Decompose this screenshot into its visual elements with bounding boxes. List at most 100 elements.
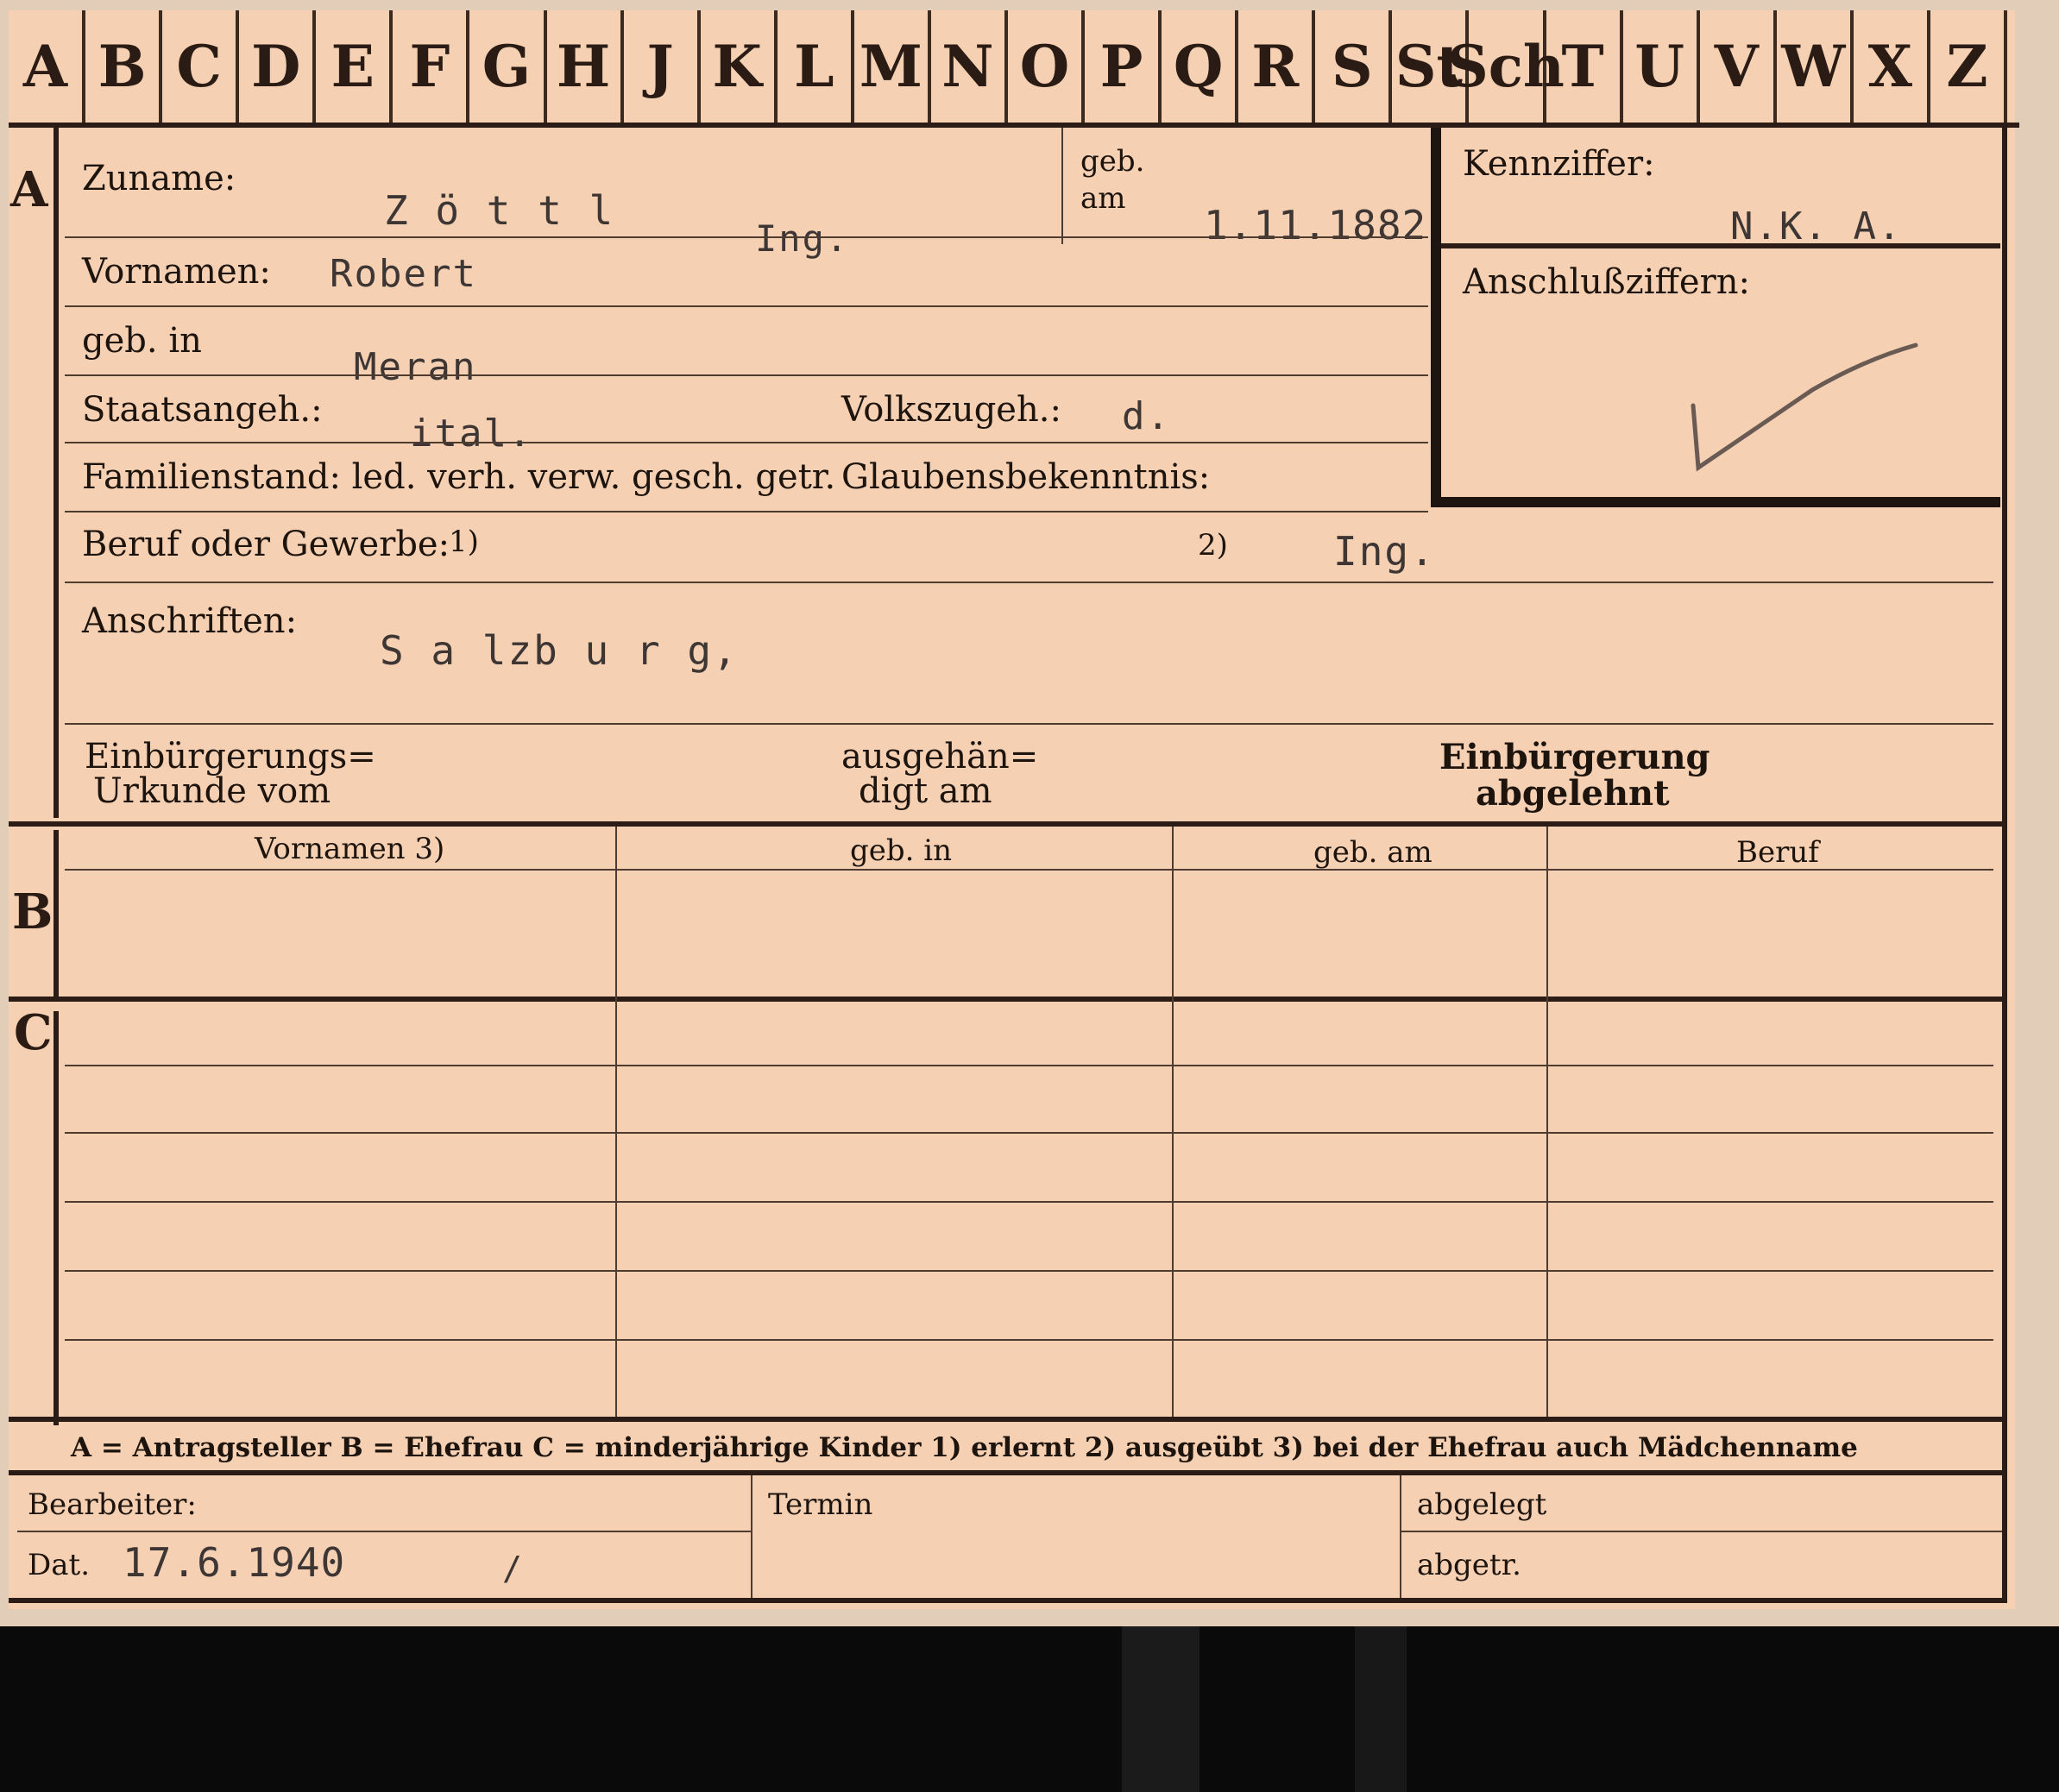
col-header-geb-am: geb. am — [1313, 835, 1432, 870]
dat-value: 17.6.1940 — [123, 1539, 346, 1586]
alphabet-tab-h: H — [547, 10, 624, 123]
familienstand-label: Familienstand: led. verh. verw. gesch. g… — [82, 457, 836, 497]
left-margin-line-c — [54, 1011, 59, 1425]
col-header-beruf: Beruf — [1736, 835, 1819, 870]
alphabet-tab-m: M — [854, 10, 931, 123]
alphabet-tab-t: T — [1546, 10, 1623, 123]
staatsangeh-value: ital. — [410, 412, 533, 456]
alphabet-tab-f: F — [393, 10, 470, 123]
alphabet-tab-q: Q — [1162, 10, 1239, 123]
glaubensbekenntnis-label: Glaubensbekenntnis: — [841, 457, 1211, 497]
right-border — [2002, 128, 2007, 1603]
alphabet-tab-c: C — [162, 10, 240, 123]
geb-in-value: Meran — [354, 345, 477, 389]
c-row-rule-2 — [65, 1132, 1993, 1134]
volkszugeh-value: d. — [1122, 394, 1171, 438]
legend-text: A = Antragsteller B = Ehefrau C = minder… — [71, 1432, 1858, 1463]
scan-stripe — [1355, 1626, 1407, 1792]
anschriften-label: Anschriften: — [82, 601, 298, 641]
dat-label: Dat. — [28, 1548, 91, 1582]
alphabet-tab-z: Z — [1930, 10, 2007, 123]
beruf-value: Ing. — [1333, 528, 1436, 575]
abgelegt-label: abgelegt — [1417, 1487, 1547, 1522]
alphabet-tab-e: E — [316, 10, 394, 123]
col-divider-3 — [1546, 827, 1548, 1422]
alphabet-tab-s: S — [1315, 10, 1393, 123]
rule-staatsangeh — [65, 442, 1428, 443]
alphabet-tab-u: U — [1623, 10, 1700, 123]
alphabet-tab-a: A — [9, 10, 86, 123]
alphabet-tab-p: P — [1085, 10, 1162, 123]
col-header-vornamen: Vornamen 3) — [255, 832, 445, 866]
ausgehaen-label-2: digt am — [859, 771, 992, 811]
legend-bottom-rule — [9, 1470, 2002, 1475]
einbuergerung-abgelehnt-label-2: abgelehnt — [1476, 773, 1670, 814]
alphabet-tab-k: K — [701, 10, 778, 123]
c-row-rule-3 — [65, 1201, 1993, 1203]
anschlussziffern-label: Anschlußziffern: — [1463, 262, 1750, 302]
beruf-note-2: 2) — [1198, 528, 1228, 563]
dat-mark: / — [502, 1550, 524, 1588]
left-margin-line-b — [54, 830, 59, 998]
section-c-top-rule — [9, 997, 2002, 1002]
kennziffer-label: Kennziffer: — [1463, 144, 1655, 184]
beruf-note-1: 1) — [449, 525, 479, 559]
alphabet-tab-l: L — [778, 10, 854, 123]
termin-label: Termin — [768, 1487, 873, 1522]
col-divider-1 — [615, 827, 617, 1422]
geb-am-divider — [1061, 128, 1063, 244]
legend-top-rule — [9, 1417, 2002, 1422]
zuname-value: Z ö t t l — [384, 187, 615, 234]
alphabet-tab-o: O — [1008, 10, 1086, 123]
c-row-rule-5 — [65, 1339, 1993, 1341]
section-letter-b: B — [12, 883, 54, 940]
footer-divider-1 — [751, 1475, 752, 1600]
volkszugeh-label: Volkszugeh.: — [841, 390, 1061, 430]
alphabet-tab-r: R — [1238, 10, 1316, 123]
rule-anschriften — [65, 723, 1993, 725]
alphabet-index-row: A B C D E F G H J K L M N O P Q R S St Sch T U V W X Z — [9, 10, 2019, 128]
beruf-label: Beruf oder Gewerbe: — [82, 525, 450, 564]
card-bottom-rule — [9, 1598, 2007, 1603]
rule-zuname — [65, 236, 1428, 238]
rule-geb-in — [65, 374, 1428, 376]
anschrift-value: S a lzb u r g, — [380, 627, 739, 674]
am-label: am — [1080, 181, 1126, 216]
staatsangeh-label: Staatsangeh.: — [82, 390, 323, 430]
geb-in-label: geb. in — [82, 321, 202, 361]
col-header-geb-in: geb. in — [850, 833, 953, 868]
checkmark-icon — [1691, 343, 1918, 472]
registration-card: A B C D E F G H J K L M N O P Q R S St Sch T U V W X Z A B C Zuna… — [9, 10, 2019, 1609]
einbuergerung-abgelehnt-label-1: Einbürgerung — [1439, 737, 1710, 777]
section-letter-a: A — [10, 161, 48, 218]
zuname-label: Zuname: — [82, 159, 236, 198]
section-b-top-rule — [9, 821, 2002, 827]
scan-stripe — [1122, 1626, 1200, 1792]
rule-beruf — [65, 582, 1993, 583]
alphabet-tab-d: D — [239, 10, 317, 123]
alphabet-tab-g: G — [469, 10, 547, 123]
c-row-rule-1 — [65, 1065, 1993, 1066]
section-letter-c: C — [14, 1004, 53, 1061]
kennziffer-value: N.K. A. — [1730, 204, 1903, 248]
geb-label: geb. — [1080, 144, 1145, 179]
alphabet-tab-n: N — [931, 10, 1008, 123]
kennziffer-rule — [1441, 243, 2000, 248]
alphabet-tab-j: J — [624, 10, 701, 123]
rule-table-header — [65, 869, 1993, 871]
vornamen-value: Robert — [330, 252, 477, 296]
bearbeiter-label: Bearbeiter: — [28, 1487, 197, 1522]
footer-divider-2 — [1400, 1475, 1401, 1600]
left-margin-line-a — [54, 128, 59, 818]
rule-familienstand — [65, 511, 1428, 512]
vornamen-label: Vornamen: — [82, 252, 271, 292]
alphabet-tab-sch: Sch — [1447, 10, 1565, 123]
c-row-rule-4 — [65, 1270, 1993, 1272]
alphabet-tab-w: W — [1777, 10, 1854, 123]
abgetr-label: abgetr. — [1417, 1548, 1521, 1582]
alphabet-tab-v: V — [1700, 10, 1777, 123]
alphabet-tab-x: X — [1854, 10, 1930, 123]
alphabet-tab-b: B — [85, 10, 163, 123]
col-divider-2 — [1172, 827, 1174, 1422]
rule-bearbeiter — [17, 1531, 751, 1532]
